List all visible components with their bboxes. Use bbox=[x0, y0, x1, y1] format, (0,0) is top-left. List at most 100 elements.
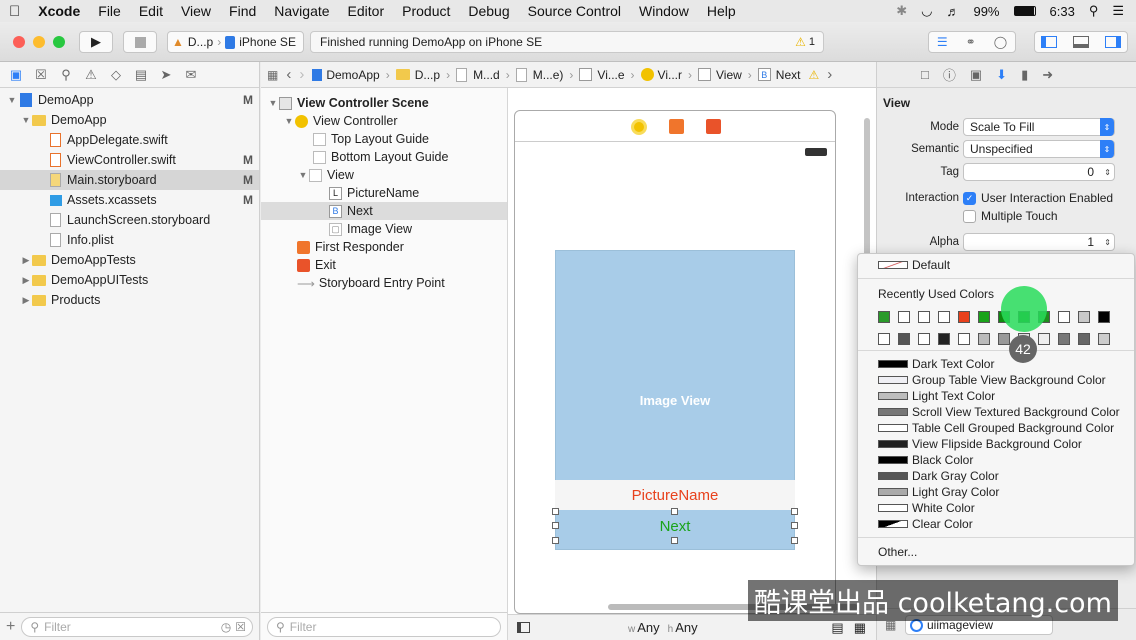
disclosure-closed-icon[interactable]: ▶ bbox=[20, 295, 32, 306]
connections-inspector-icon[interactable]: ➜ bbox=[1042, 67, 1053, 83]
outline-filter-input[interactable]: ⚲ Filter bbox=[267, 616, 501, 637]
menu-help[interactable]: Help bbox=[698, 3, 745, 19]
zoom-window-button[interactable] bbox=[53, 36, 65, 48]
outline-top-layout-guide[interactable]: Top Layout Guide bbox=[261, 130, 507, 148]
outline-first-responder[interactable]: First Responder bbox=[261, 238, 507, 256]
menu-view[interactable]: View bbox=[172, 3, 220, 19]
color-option[interactable]: Clear Color bbox=[878, 516, 973, 532]
tree-item-file-selected[interactable]: Main.storyboard M bbox=[0, 170, 259, 190]
tree-item-group[interactable]: ▼ DemoApp bbox=[0, 110, 259, 130]
color-option[interactable]: Table Cell Grouped Background Color bbox=[878, 420, 1114, 436]
jump-item-scene[interactable]: Vi...e bbox=[575, 68, 628, 82]
tree-item-file[interactable]: ViewController.swift M bbox=[0, 150, 259, 170]
jump-item-controller[interactable]: Vi...r bbox=[637, 68, 686, 82]
forward-arrow-icon[interactable]: › bbox=[295, 66, 308, 83]
file-inspector-icon[interactable]: □ bbox=[921, 67, 929, 82]
battery-percent[interactable]: 99% bbox=[973, 4, 999, 19]
resize-handle[interactable] bbox=[552, 537, 559, 544]
outline-scene[interactable]: ▼ View Controller Scene bbox=[261, 94, 507, 112]
test-navigator-icon[interactable]: ◇ bbox=[108, 67, 124, 83]
view-controller-icon[interactable] bbox=[631, 119, 647, 135]
recent-files-icon[interactable]: ◷ bbox=[221, 620, 231, 634]
stepper-icon[interactable]: ⇕ bbox=[1104, 238, 1111, 247]
recent-color-swatch[interactable] bbox=[958, 311, 970, 323]
tree-item-project[interactable]: ▼ DemoApp M bbox=[0, 90, 259, 110]
issue-warning-icon[interactable]: ⚠ bbox=[804, 68, 823, 82]
clock[interactable]: 6:33 bbox=[1050, 4, 1075, 19]
resize-handle[interactable] bbox=[791, 508, 798, 515]
minimize-window-button[interactable] bbox=[33, 36, 45, 48]
disclosure-open-icon[interactable]: ▼ bbox=[20, 115, 32, 125]
menu-app-name[interactable]: Xcode bbox=[29, 3, 89, 19]
toggle-utilities-icon[interactable] bbox=[1105, 36, 1121, 48]
recent-color-swatch[interactable] bbox=[1058, 333, 1070, 345]
disclosure-open-icon[interactable]: ▼ bbox=[6, 95, 18, 105]
recent-color-swatch[interactable] bbox=[1078, 311, 1090, 323]
jump-item-view[interactable]: View bbox=[694, 68, 746, 82]
issue-navigator-icon[interactable]: ⚠ bbox=[83, 67, 99, 83]
menu-navigate[interactable]: Navigate bbox=[265, 3, 338, 19]
jump-item-base[interactable]: M...e) bbox=[512, 67, 568, 82]
color-option[interactable]: Scroll View Textured Background Color bbox=[878, 404, 1120, 420]
color-option[interactable]: Black Color bbox=[878, 452, 973, 468]
menu-debug[interactable]: Debug bbox=[459, 3, 518, 19]
jump-item-group[interactable]: D...p bbox=[392, 68, 444, 82]
bluetooth-icon[interactable]: ✱ bbox=[896, 3, 907, 19]
tree-item-file[interactable]: LaunchScreen.storyboard bbox=[0, 210, 259, 230]
outline-label-picturename[interactable]: L PictureName bbox=[261, 184, 507, 202]
storyboard-canvas[interactable]: Image View PictureName Next bbox=[508, 88, 876, 614]
color-option[interactable]: Dark Text Color bbox=[878, 356, 994, 372]
disclosure-open-icon[interactable]: ▼ bbox=[267, 98, 279, 108]
tree-item-file[interactable]: Info.plist bbox=[0, 230, 259, 250]
scheme-selector[interactable]: ▲ D...p › iPhone SE bbox=[167, 31, 304, 53]
tree-item-group[interactable]: ▶ DemoAppTests bbox=[0, 250, 259, 270]
multiple-touch-checkbox[interactable]: Multiple Touch bbox=[963, 209, 1058, 223]
toggle-navigator-icon[interactable] bbox=[1041, 36, 1057, 48]
recent-color-swatch[interactable] bbox=[918, 333, 930, 345]
color-option-other[interactable]: Other... bbox=[878, 544, 917, 560]
recent-color-swatch[interactable] bbox=[918, 311, 930, 323]
find-navigator-icon[interactable]: ⚲ bbox=[58, 67, 74, 83]
picturename-label[interactable]: PictureName bbox=[555, 480, 795, 510]
recent-color-swatch[interactable] bbox=[1078, 333, 1090, 345]
first-responder-icon[interactable] bbox=[669, 119, 684, 134]
user-interaction-checkbox[interactable]: ✓ User Interaction Enabled bbox=[963, 191, 1113, 205]
mode-popup[interactable]: Scale To Fill ⇕ bbox=[963, 118, 1115, 136]
scm-filter-icon[interactable]: ☒ bbox=[235, 620, 246, 634]
color-option-default[interactable]: Default bbox=[878, 257, 950, 273]
resize-handle[interactable] bbox=[552, 508, 559, 515]
quick-help-icon[interactable]: ⓘ bbox=[943, 65, 956, 84]
recent-color-swatch[interactable] bbox=[958, 333, 970, 345]
disclosure-closed-icon[interactable]: ▶ bbox=[20, 275, 32, 286]
recent-color-swatch[interactable] bbox=[898, 333, 910, 345]
recent-color-swatch[interactable] bbox=[878, 333, 890, 345]
recent-color-swatch[interactable] bbox=[978, 333, 990, 345]
tree-item-group[interactable]: ▶ Products bbox=[0, 290, 259, 310]
outline-exit[interactable]: Exit bbox=[261, 256, 507, 274]
report-navigator-icon[interactable]: ✉ bbox=[183, 67, 199, 83]
debug-navigator-icon[interactable]: ▤ bbox=[133, 67, 149, 83]
menu-file[interactable]: File bbox=[89, 3, 130, 19]
tag-field[interactable]: 0 ⇕ bbox=[963, 163, 1115, 181]
wifi-icon[interactable]: ◡ bbox=[921, 3, 932, 19]
color-option[interactable]: View Flipside Background Color bbox=[878, 436, 1082, 452]
toggle-debug-area-icon[interactable] bbox=[1073, 36, 1089, 48]
size-class-control[interactable]: w Any h Any bbox=[628, 620, 698, 635]
outline-entry-point[interactable]: ⟶ Storyboard Entry Point bbox=[261, 274, 507, 292]
menu-find[interactable]: Find bbox=[220, 3, 265, 19]
volume-icon[interactable]: ♬ bbox=[946, 4, 959, 19]
project-navigator-icon[interactable]: ▣ bbox=[8, 67, 24, 83]
color-option[interactable]: Dark Gray Color bbox=[878, 468, 999, 484]
outline-image-view[interactable]: ▢ Image View bbox=[261, 220, 507, 238]
semantic-popup[interactable]: Unspecified ⇕ bbox=[963, 140, 1115, 158]
menu-window[interactable]: Window bbox=[630, 3, 698, 19]
outline-button-next[interactable]: B Next bbox=[261, 202, 507, 220]
align-icon[interactable]: ▦ bbox=[854, 620, 866, 636]
tree-item-file[interactable]: AppDelegate.swift bbox=[0, 130, 259, 150]
attributes-inspector-icon[interactable]: ⬇ bbox=[996, 67, 1007, 83]
navigator-filter-input[interactable]: ⚲ Filter ◷ ☒ bbox=[21, 616, 253, 637]
outline-view[interactable]: ▼ View bbox=[261, 166, 507, 184]
next-button[interactable]: Next bbox=[555, 512, 795, 540]
resize-handle[interactable] bbox=[552, 522, 559, 529]
recent-color-swatch[interactable] bbox=[938, 311, 950, 323]
